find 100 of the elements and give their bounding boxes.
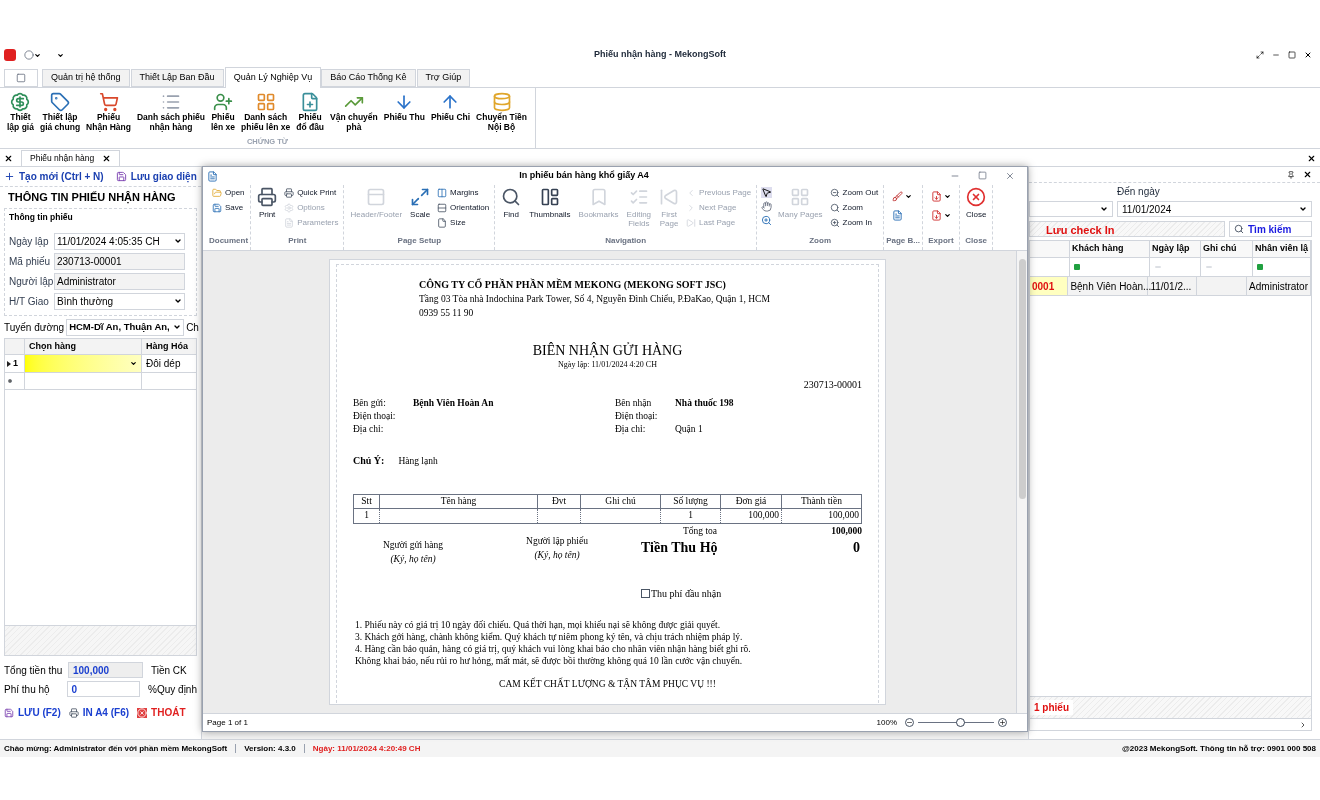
export-button[interactable] [930,191,951,202]
dropdown-field[interactable]: 11/01/2024 4:05:35 CH [54,232,185,250]
caret-icon[interactable] [1100,205,1108,213]
amount-field[interactable]: 0 [66,681,141,698]
ribbon-tab[interactable]: Thiết Lập Ban Đầu [130,69,224,87]
scrollbar[interactable] [1016,251,1027,713]
close-icon[interactable] [1303,170,1312,179]
group-label: Page Setup [396,235,443,247]
caret-icon[interactable] [57,51,64,59]
brush-button[interactable] [892,191,913,202]
search-icon [1234,224,1244,234]
printer-icon [257,187,278,207]
new-row-icon [8,379,12,384]
total-label: Tổng toa [683,524,718,537]
ribbon-tab[interactable]: Báo Cáo Thống Kê [321,69,416,87]
version-text: Version: 4.3.0 [244,742,296,755]
toolbar-button[interactable]: Orientation [434,200,493,215]
zoom-in-icon[interactable] [998,718,1007,727]
ribbon-tab[interactable]: Trợ Giúp [416,69,471,87]
page-icon [437,217,448,228]
ribbon-button[interactable]: Phiếu đổ đầu [293,92,328,132]
ribbon-button[interactable]: Phiếu Nhận Hàng [83,92,134,132]
toolbar-button[interactable]: Quick Print [281,185,342,200]
fee-checkbox[interactable]: Thu phí đầu nhận [641,585,862,601]
group-label: Zoom [808,235,832,247]
ribbon-button[interactable]: Chuyển Tiền Nội Bộ [473,92,530,132]
cod-label: Tiền Thu Hộ [641,538,718,557]
ribbon-tab[interactable]: Quản trị hệ thống [42,69,130,87]
export-button[interactable] [930,210,951,221]
text-field[interactable]: Administrator [54,272,185,290]
filter-icon [1257,264,1263,270]
table-cell: Administrator [1247,277,1311,295]
zoom-slider-thumb[interactable] [955,718,965,727]
window-title: Phiếu nhận hàng - MekongSoft [593,48,727,62]
toolbar-button[interactable]: Open [209,185,248,200]
caret-icon[interactable] [1299,205,1307,213]
group-label: Close [964,235,989,247]
document-tab[interactable]: Phiếu nhận hàng [21,150,121,166]
column-header: Chọn hàng [25,339,142,355]
orientation-icon [437,202,448,213]
toolbar-button[interactable]: Find [497,185,526,219]
floppy-icon [115,171,127,182]
ribbon-button[interactable]: Thiết lập giá chung [36,92,84,132]
ribbon-button[interactable]: Phiếu Chi [427,92,474,122]
field-value: Bệnh Viên Hoàn An [413,396,494,409]
caret-icon [943,212,951,219]
dropdown-field[interactable] [1029,201,1113,217]
ribbon-button[interactable]: Phiếu lên xe [207,92,239,132]
exit-button[interactable]: THOÁT [137,705,186,721]
ribbon-button[interactable]: Phiếu Thu [380,92,428,122]
cod-value: 0 [853,538,861,557]
close-icon[interactable] [1307,154,1316,163]
store-record-button[interactable]: LƯU (F2) [4,705,61,721]
print-a4-button[interactable]: IN A4 (F6) [68,705,130,721]
toolbar-button[interactable]: Zoom Out [826,185,882,200]
folder-icon [212,187,222,198]
pin-icon[interactable] [1287,170,1295,179]
close-icon[interactable] [1304,51,1312,59]
copyright-text: @2023 MekongSoft. Thông tin hỗ trợ: 0901 000 508 [1122,742,1316,755]
zoom-reading: 100% [876,716,897,729]
close-icon[interactable] [4,154,13,163]
caret-icon[interactable] [130,360,137,368]
save-layout-button[interactable]: Lưu giao diện [115,169,197,184]
magnifier-icon[interactable] [761,215,773,226]
pointer-icon[interactable] [761,187,773,198]
toolbar-button[interactable]: Thumbnails [525,185,575,219]
toolbar-button[interactable]: Save [209,200,248,215]
ribbon-tab[interactable]: Quản Lý Nghiệp Vụ [224,67,322,88]
search-button[interactable]: Tìm kiếm [1229,221,1312,237]
page-status: Page 1 of 1 [207,716,249,729]
text-field[interactable]: 230713-00001 [54,252,185,270]
card-plus-icon [213,92,233,112]
close-icon[interactable] [102,154,112,163]
ribbon-button[interactable]: Danh sách phiếu lên xe [238,92,294,132]
caret-icon[interactable] [34,51,41,59]
restore-icon[interactable] [1288,51,1296,59]
toolbar-button[interactable]: Zoom [826,200,882,215]
fullscreen-icon[interactable] [1256,51,1264,59]
hand-icon[interactable] [761,201,773,212]
new-button[interactable]: Tạo mới (Ctrl + N) [4,169,104,184]
dropdown-cell[interactable] [25,355,142,373]
scroll-right-icon[interactable] [1299,720,1307,729]
toolbar-button[interactable]: Scale [406,185,435,219]
terms-text: 1. Phiếu này có giá trị 10 ngày đối chiếu. Quá thời hạn, mọi khiếu nại sẽ không được giải quyết. [355,618,722,631]
ribbon-button[interactable]: Thiết lập giá [4,92,37,132]
check-in-button[interactable]: Lưu check In [1029,221,1225,237]
toolbar-button[interactable]: Print [253,185,282,219]
document-plus-icon [300,92,321,112]
toolbar-button[interactable]: Size [434,215,493,230]
row-indicator: 1 [13,357,18,370]
dropdown-field[interactable]: Bình thường [54,292,185,310]
toolbar-button[interactable]: Close [961,185,991,219]
toolbar-button[interactable]: Zoom In [826,215,882,230]
amount-field[interactable]: 100,000 [68,662,143,679]
toolbar-button[interactable]: Margins [434,185,493,200]
dropdown-field[interactable]: 11/01/2024 [1117,201,1312,217]
ribbon-button[interactable]: Vận chuyển phà [327,92,381,132]
close-icon [966,187,987,207]
dropdown-field[interactable]: HCM-Dĩ An, Thuận An, [66,318,185,336]
ribbon-button[interactable]: Danh sách phiếu nhận hàng [133,92,208,132]
